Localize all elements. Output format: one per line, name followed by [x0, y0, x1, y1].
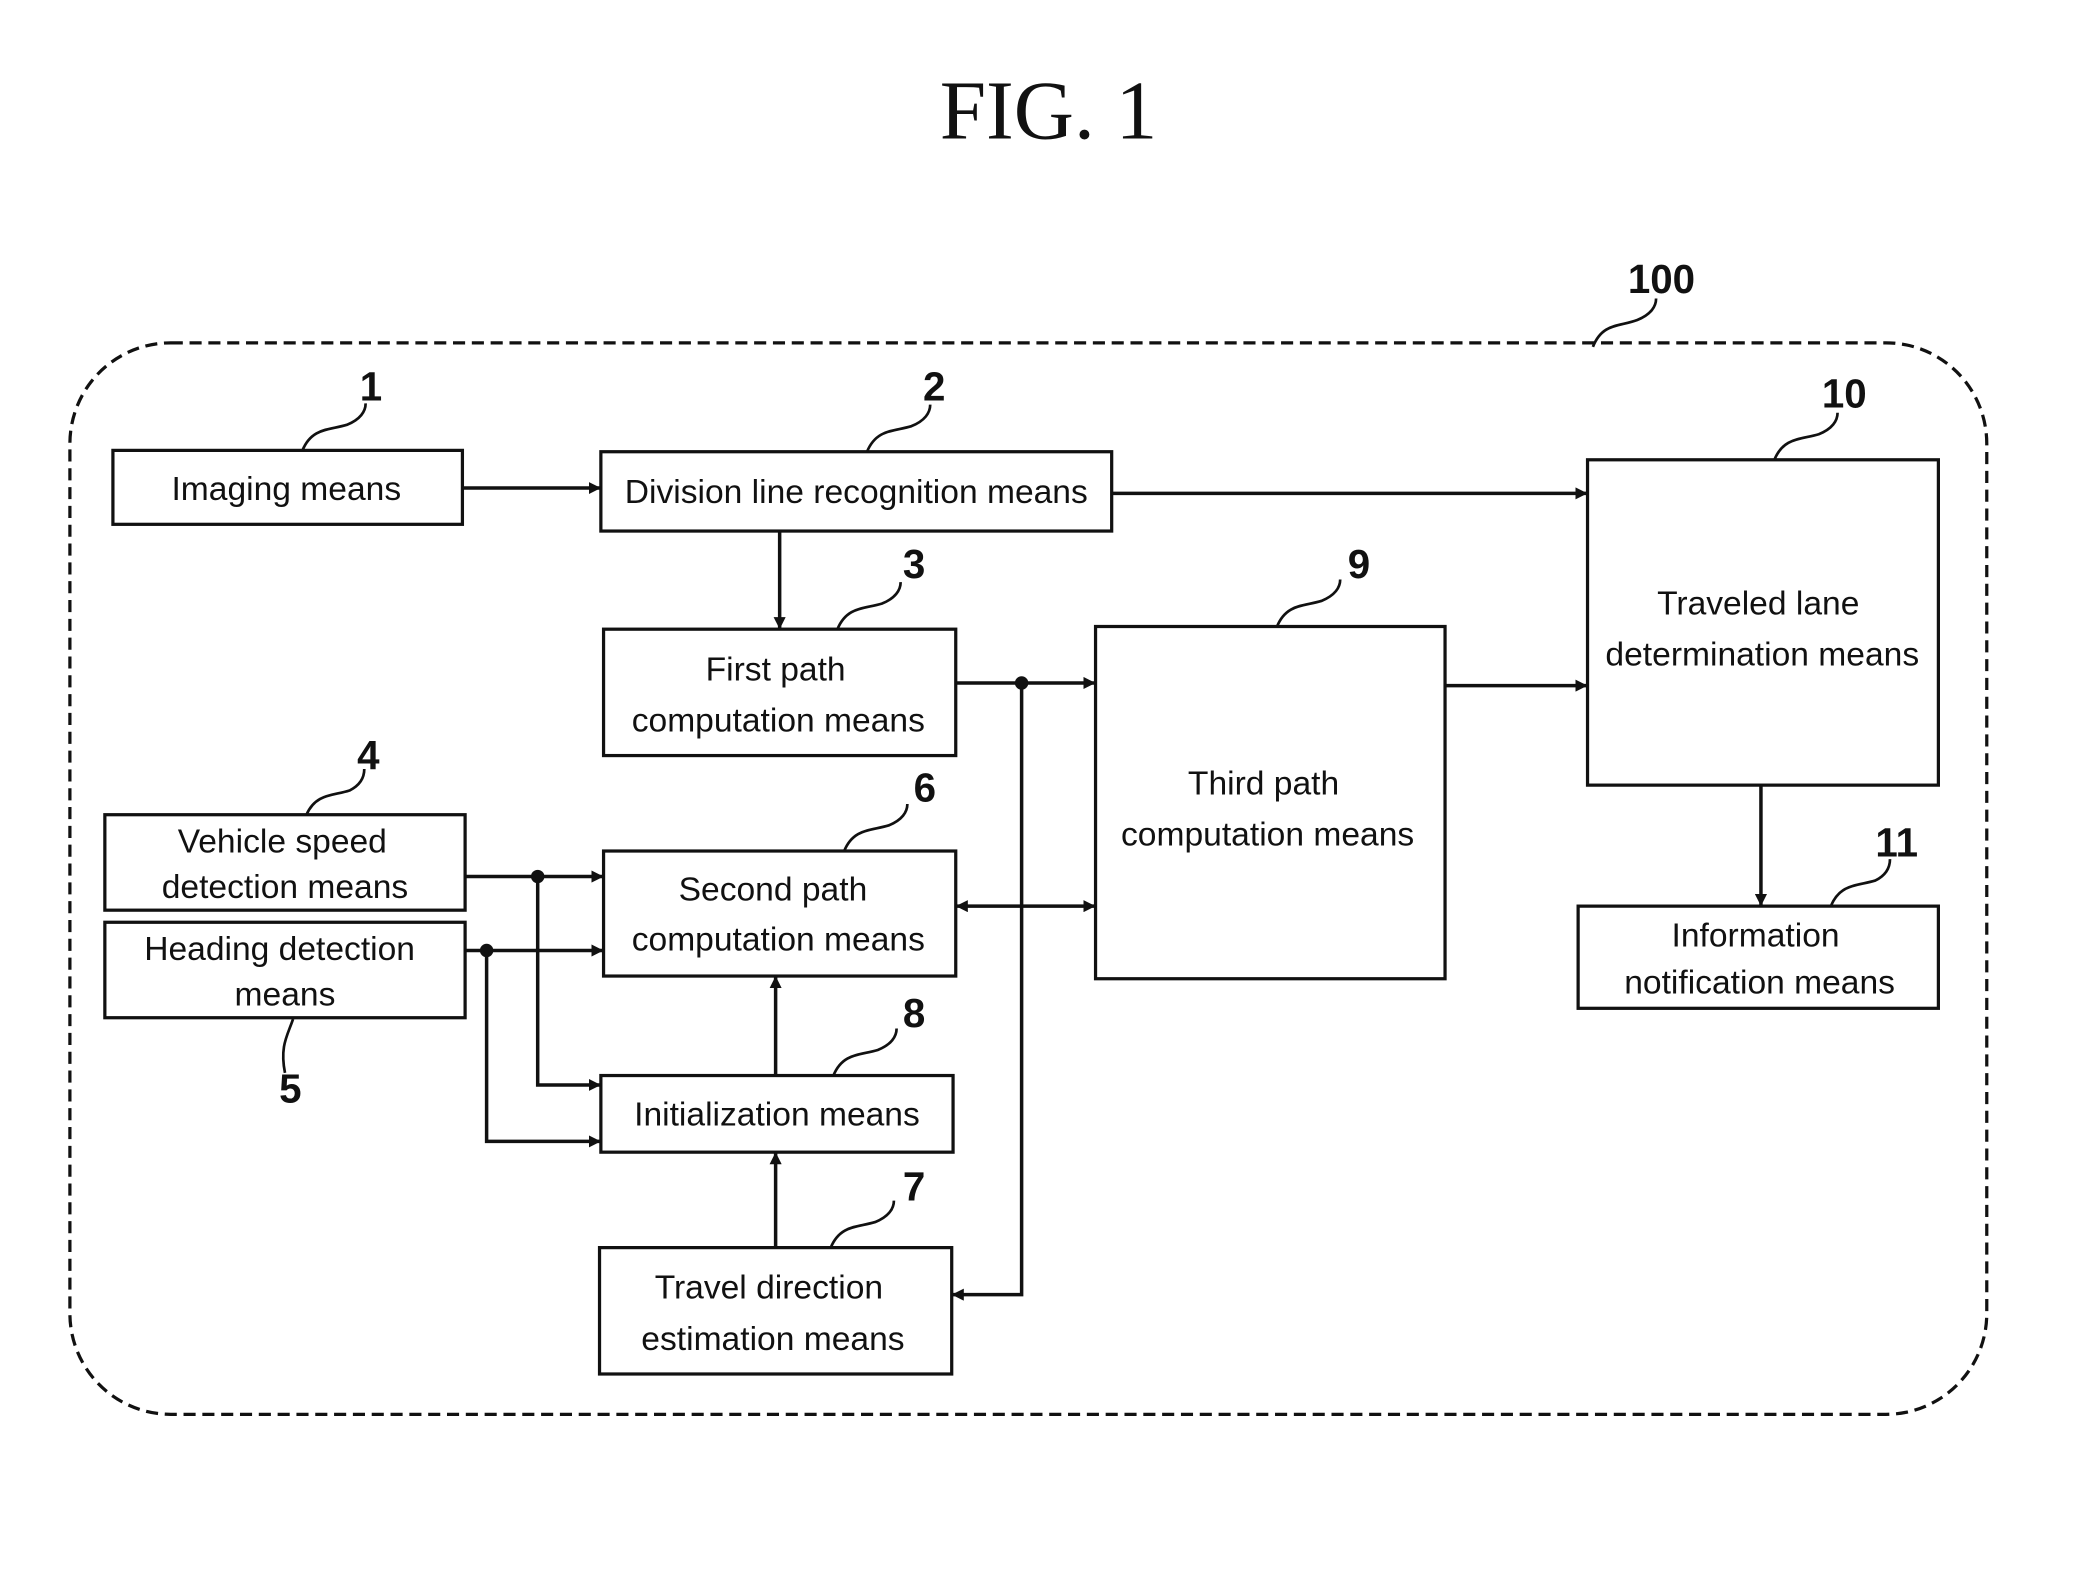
leader-11 — [1829, 859, 1892, 907]
arrow-heading-to-init — [484, 950, 601, 1148]
system-ref-label: 100 — [1628, 256, 1695, 302]
block-third-path-label-2: computation means — [1121, 817, 1414, 854]
leader-1 — [301, 403, 367, 451]
block-travel-direction-label-1: Travel direction — [655, 1270, 883, 1307]
leader-2 — [865, 404, 932, 453]
block-imaging: Imaging means — [111, 448, 465, 526]
block-second-path: Second path computation means — [601, 849, 958, 978]
block-traveled-lane: Traveled lane determination means — [1585, 458, 1940, 787]
block-info-label-1: Information — [1672, 917, 1840, 954]
block-division-line-recognition: Division line recognition means — [599, 450, 1114, 533]
leader-9 — [1275, 579, 1342, 628]
block-traveled-lane-label-2: determination means — [1605, 636, 1919, 673]
block-second-path-label-2: computation means — [632, 922, 925, 959]
block-heading-label-1: Heading detection — [144, 931, 415, 968]
block-second-path-label-1: Second path — [679, 872, 868, 909]
ref-4: 4 — [357, 732, 380, 778]
leader-10 — [1773, 412, 1839, 461]
block-heading-label-2: means — [235, 977, 336, 1014]
block-travel-direction-label-2: estimation means — [641, 1321, 904, 1358]
block-first-path: First path computation means — [601, 627, 958, 758]
block-vehicle-speed: Vehicle speed detection means — [103, 813, 467, 912]
leader-7 — [829, 1200, 896, 1249]
block-initialization: Initialization means — [599, 1073, 955, 1154]
ref-3: 3 — [903, 541, 925, 587]
block-first-path-label-2: computation means — [632, 702, 925, 739]
leader-3 — [836, 582, 902, 630]
leader-6 — [842, 803, 909, 852]
arrow-first-path-to-travel-direction — [951, 682, 1024, 1301]
ref-8: 8 — [903, 990, 925, 1036]
ref-11: 11 — [1875, 819, 1918, 865]
block-initialization-label: Initialization means — [634, 1096, 920, 1133]
block-travel-direction: Travel direction estimation means — [597, 1246, 954, 1376]
figure-title: FIG. 1 — [940, 65, 1158, 157]
block-vehicle-speed-label-1: Vehicle speed — [178, 823, 387, 860]
ref-9: 9 — [1348, 541, 1370, 587]
ref-10: 10 — [1822, 370, 1867, 416]
leader-8 — [832, 1028, 898, 1077]
block-traveled-lane-label-1: Traveled lane — [1657, 585, 1859, 622]
block-division-label: Division line recognition means — [625, 474, 1088, 511]
arrow-vehicle-speed-to-init — [535, 876, 601, 1091]
block-third-path-label-1: Third path — [1188, 766, 1339, 803]
block-third-path: Third path computation means — [1093, 624, 1447, 981]
ref-6: 6 — [914, 764, 936, 810]
block-first-path-label-1: First path — [706, 651, 846, 688]
system-leader-line — [1591, 298, 1658, 348]
block-information-notification: Information notification means — [1576, 904, 1940, 1010]
block-heading-detection: Heading detection means — [103, 920, 467, 1020]
ref-1: 1 — [360, 364, 382, 410]
block-imaging-label: Imaging means — [171, 471, 401, 508]
block-info-label-2: notification means — [1624, 965, 1895, 1002]
ref-5: 5 — [279, 1065, 301, 1111]
ref-2: 2 — [923, 364, 945, 410]
block-diagram: FIG. 1 100 Imaging means 1 Division line… — [68, 65, 1989, 1416]
block-vehicle-speed-label-2: detection means — [162, 869, 408, 906]
leader-4 — [305, 768, 366, 816]
ref-7: 7 — [903, 1164, 925, 1210]
